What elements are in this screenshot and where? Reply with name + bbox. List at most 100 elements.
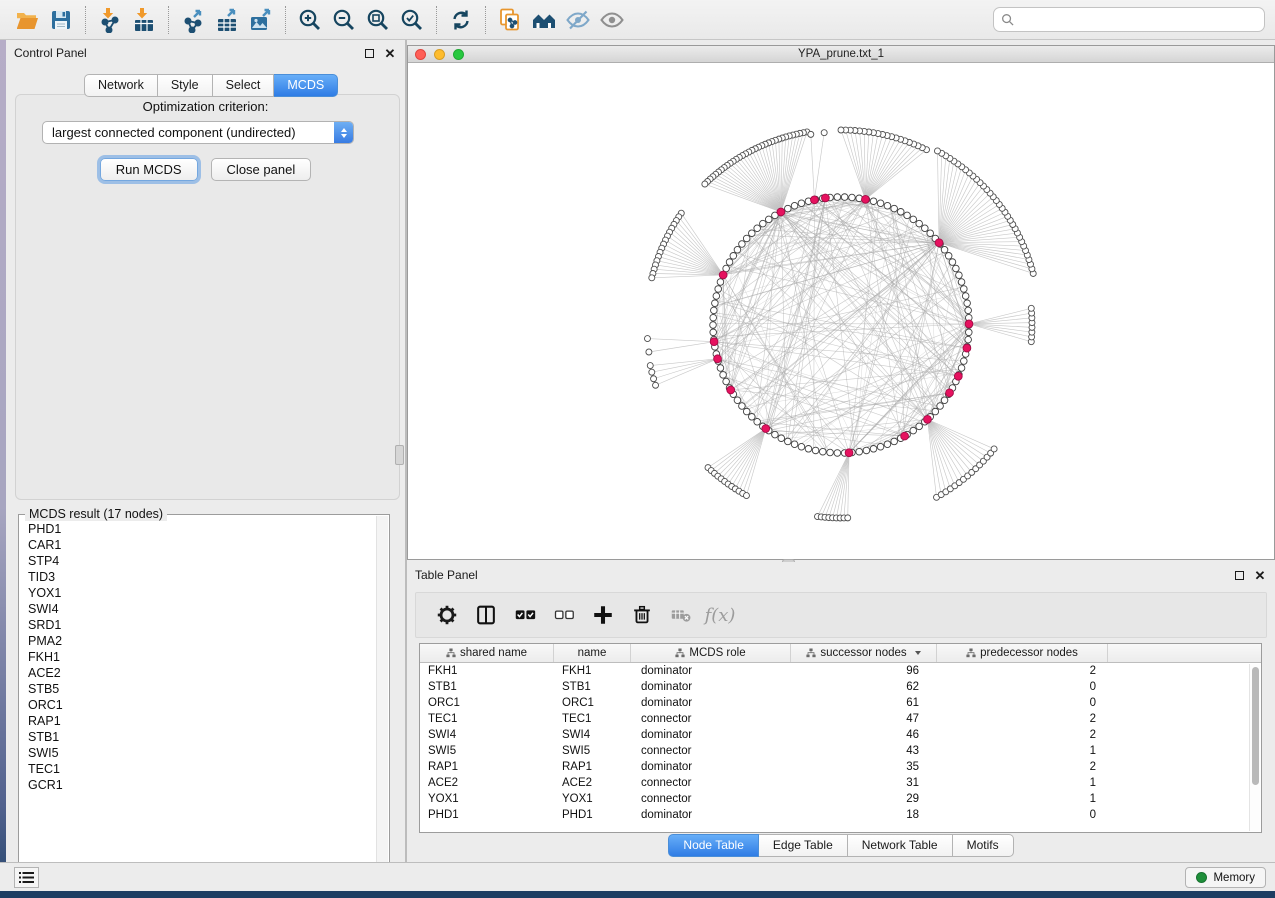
- table-row[interactable]: YOX1 YOX1 connector 29 1: [420, 791, 1261, 807]
- export-table-icon[interactable]: [210, 4, 244, 36]
- save-session-icon[interactable]: [44, 4, 78, 36]
- mcds-result-node[interactable]: TEC1: [28, 761, 375, 777]
- mcds-result-node[interactable]: TID3: [28, 569, 375, 585]
- column-header-mcds-role[interactable]: MCDS role: [631, 644, 791, 662]
- status-bar: Memory: [0, 862, 1275, 891]
- criterion-value: largest connected component (undirected): [43, 125, 334, 140]
- mcds-result-node[interactable]: GCR1: [28, 777, 375, 793]
- mcds-result-group: MCDS result (17 nodes) PHD1CAR1STP4TID3Y…: [18, 514, 390, 878]
- optimization-criterion-label: Optimization criterion:: [6, 99, 405, 114]
- network-canvas[interactable]: [408, 63, 1274, 559]
- table-row[interactable]: RAP1 RAP1 dominator 35 2: [420, 759, 1261, 775]
- desktop-background-strip: [0, 891, 1275, 898]
- close-panel-button[interactable]: Close panel: [211, 158, 312, 181]
- tab-network[interactable]: Network: [84, 74, 158, 97]
- criterion-dropdown[interactable]: largest connected component (undirected): [42, 121, 354, 144]
- table-row[interactable]: ACE2 ACE2 connector 31 1: [420, 775, 1261, 791]
- run-mcds-button[interactable]: Run MCDS: [100, 158, 198, 181]
- deselect-all-icon[interactable]: [549, 600, 579, 630]
- tab-network-table[interactable]: Network Table: [848, 834, 953, 857]
- toolbar-separator: [85, 6, 86, 34]
- tab-node-table[interactable]: Node Table: [668, 834, 759, 857]
- add-icon[interactable]: [588, 600, 618, 630]
- close-panel-icon[interactable]: ✕: [383, 46, 397, 60]
- table-row[interactable]: ORC1 ORC1 dominator 61 0: [420, 695, 1261, 711]
- network-window-titlebar[interactable]: YPA_prune.txt_1: [408, 46, 1274, 63]
- tab-style[interactable]: Style: [158, 74, 213, 97]
- toolbar-separator: [436, 6, 437, 34]
- table-row[interactable]: SWI5 SWI5 connector 43 1: [420, 743, 1261, 759]
- mcds-result-node[interactable]: ACE2: [28, 665, 375, 681]
- table-panel-title: Table Panel: [415, 568, 478, 582]
- tab-motifs[interactable]: Motifs: [953, 834, 1014, 857]
- zoom-out-icon[interactable]: [327, 4, 361, 36]
- table-row[interactable]: PHD1 PHD1 dominator 18 0: [420, 807, 1261, 823]
- column-header-predecessor-nodes[interactable]: predecessor nodes: [937, 644, 1108, 662]
- control-panel: Control Panel ✕ Network Style Select MCD…: [6, 40, 405, 862]
- mcds-result-node[interactable]: SRD1: [28, 617, 375, 633]
- mcds-result-node[interactable]: RAP1: [28, 713, 375, 729]
- table-row[interactable]: TEC1 TEC1 connector 47 2: [420, 711, 1261, 727]
- table-row[interactable]: STB1 STB1 dominator 62 0: [420, 679, 1261, 695]
- hide-selected-icon[interactable]: [561, 4, 595, 36]
- import-table-icon[interactable]: [127, 4, 161, 36]
- table-scrollbar-thumb[interactable]: [1252, 667, 1259, 785]
- mcds-result-node[interactable]: PHD1: [28, 521, 375, 537]
- namespace-icon: [675, 648, 685, 658]
- columns-icon[interactable]: [471, 600, 501, 630]
- close-panel-icon[interactable]: ✕: [1253, 568, 1267, 582]
- select-all-icon[interactable]: [510, 600, 540, 630]
- export-image-icon[interactable]: [244, 4, 278, 36]
- mcds-result-node[interactable]: ORC1: [28, 697, 375, 713]
- mcds-list-scrollbar[interactable]: [376, 516, 388, 876]
- zoom-selected-icon[interactable]: [395, 4, 429, 36]
- column-header-successor-nodes[interactable]: successor nodes: [791, 644, 937, 662]
- float-panel-icon[interactable]: [1232, 568, 1246, 582]
- mcds-result-node[interactable]: SWI5: [28, 745, 375, 761]
- task-history-icon[interactable]: [14, 867, 39, 888]
- toolbar-separator: [485, 6, 486, 34]
- export-network-icon[interactable]: [176, 4, 210, 36]
- table-body: FKH1 FKH1 dominator 96 2 STB1 STB1 domin…: [420, 663, 1261, 823]
- mcds-result-node[interactable]: PMA2: [28, 633, 375, 649]
- delete-icon[interactable]: [627, 600, 657, 630]
- mcds-result-node[interactable]: CAR1: [28, 537, 375, 553]
- vertical-splitter-handle[interactable]: [395, 445, 404, 465]
- float-panel-icon[interactable]: [362, 46, 376, 60]
- gear-icon[interactable]: [432, 600, 462, 630]
- mcds-result-node[interactable]: SWI4: [28, 601, 375, 617]
- clear-table-icon: [666, 600, 696, 630]
- memory-label: Memory: [1213, 872, 1255, 884]
- memory-button[interactable]: Memory: [1185, 867, 1266, 888]
- search-icon: [1001, 13, 1014, 26]
- tab-select[interactable]: Select: [213, 74, 275, 97]
- tab-edge-table[interactable]: Edge Table: [759, 834, 848, 857]
- table-scrollbar[interactable]: [1249, 664, 1260, 831]
- column-header-name[interactable]: name: [554, 644, 631, 662]
- import-network-icon[interactable]: [93, 4, 127, 36]
- column-header-shared-name[interactable]: shared name: [420, 644, 554, 662]
- zoom-in-icon[interactable]: [293, 4, 327, 36]
- mcds-result-node[interactable]: STB1: [28, 729, 375, 745]
- show-all-icon[interactable]: [595, 4, 629, 36]
- search-field[interactable]: [993, 7, 1265, 32]
- table-header-row: shared name name MCDS role successor nod…: [420, 644, 1261, 663]
- table-row[interactable]: FKH1 FKH1 dominator 96 2: [420, 663, 1261, 679]
- network-graph[interactable]: [408, 63, 1274, 559]
- main-toolbar: [0, 0, 1275, 40]
- control-panel-title: Control Panel: [14, 46, 87, 60]
- mcds-result-list[interactable]: PHD1CAR1STP4TID3YOX1SWI4SRD1PMA2FKH1ACE2…: [21, 521, 375, 875]
- search-input[interactable]: [1019, 13, 1257, 27]
- mcds-result-node[interactable]: FKH1: [28, 649, 375, 665]
- mcds-result-node[interactable]: STB5: [28, 681, 375, 697]
- first-neighbors-icon[interactable]: [527, 4, 561, 36]
- open-file-icon[interactable]: [10, 4, 44, 36]
- mcds-result-node[interactable]: YOX1: [28, 585, 375, 601]
- refresh-layout-icon[interactable]: [444, 4, 478, 36]
- mcds-result-node[interactable]: STP4: [28, 553, 375, 569]
- table-panel-header: Table Panel ✕: [407, 562, 1275, 588]
- tab-mcds[interactable]: MCDS: [274, 74, 338, 97]
- table-row[interactable]: SWI4 SWI4 dominator 46 2: [420, 727, 1261, 743]
- clone-network-icon[interactable]: [493, 4, 527, 36]
- zoom-fit-icon[interactable]: [361, 4, 395, 36]
